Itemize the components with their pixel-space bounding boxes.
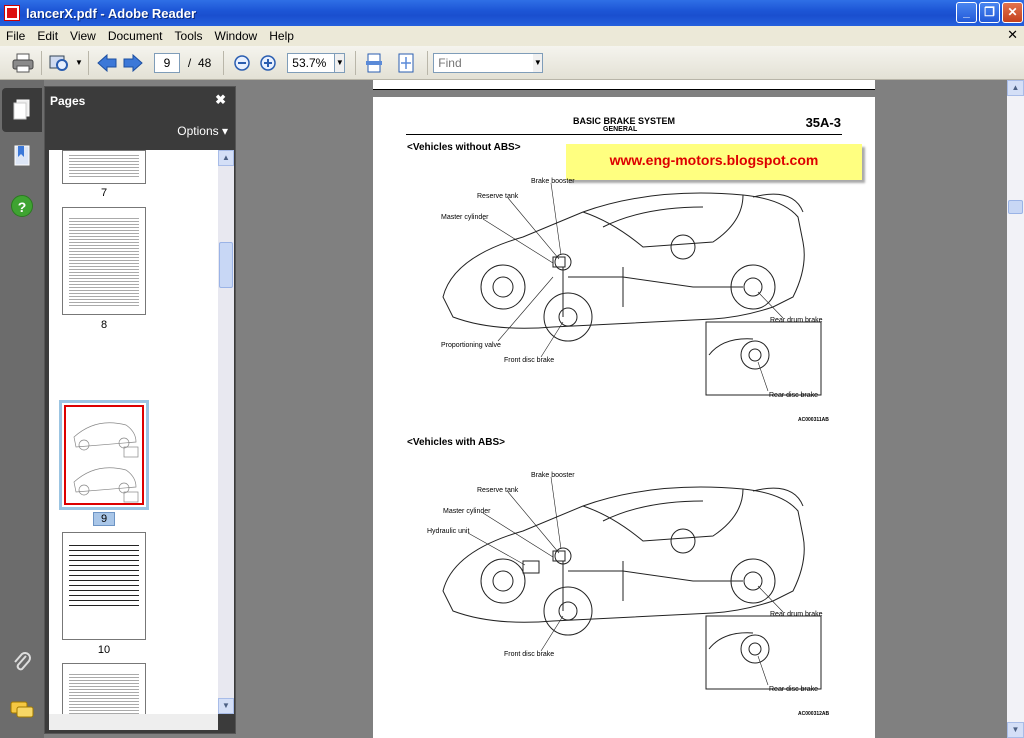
maximize-button[interactable]: ❐	[979, 2, 1000, 23]
thumbnail-page-9-selected[interactable]	[59, 400, 149, 510]
bookmark-icon[interactable]	[8, 142, 36, 170]
pages-icon[interactable]	[2, 88, 42, 132]
toolbar-separator	[355, 50, 357, 75]
scroll-thumb[interactable]	[1008, 200, 1023, 214]
previous-page-edge	[373, 80, 875, 90]
paperclip-icon[interactable]	[8, 648, 36, 676]
thumbnail-page-11[interactable]	[62, 663, 146, 714]
toolbar-separator	[87, 50, 89, 75]
toolbar: ▼ / 48 ▼ ▼	[0, 46, 1024, 80]
menu-help[interactable]: Help	[263, 29, 300, 43]
document-scrollbar[interactable]: ▲ ▼	[1007, 80, 1024, 738]
thumbnail-page-10[interactable]	[62, 532, 146, 640]
section-heading: <Vehicles without ABS>	[407, 142, 521, 153]
printer-icon[interactable]	[10, 50, 36, 76]
search-icon[interactable]	[47, 50, 73, 76]
label-master-cylinder: Master cylinder	[443, 508, 491, 515]
thumbnail-page-8[interactable]	[62, 207, 146, 315]
thumbnail-label-selected: 9	[93, 512, 115, 526]
arrow-left-icon[interactable]	[94, 50, 120, 76]
panel-options-button[interactable]: Options ▾	[177, 124, 228, 138]
label-rear-disc-brake: Rear disc brake	[769, 686, 818, 693]
thumbnail-page-7[interactable]	[62, 150, 146, 184]
minimize-button[interactable]: _	[956, 2, 977, 23]
label-brake-booster: Brake booster	[531, 178, 575, 185]
document-close-icon[interactable]: ✕	[1007, 27, 1018, 43]
thumbnail-label: 8	[100, 319, 108, 331]
zoom-dropdown-icon[interactable]: ▼	[335, 52, 346, 73]
search-dropdown-icon[interactable]: ▼	[75, 58, 83, 67]
menu-bar: File Edit View Document Tools Window Hel…	[0, 26, 1024, 46]
figure-id: AC000311AB	[798, 417, 829, 423]
navigation-rail: ?	[0, 80, 44, 738]
page-header-title: BASIC BRAKE SYSTEM	[573, 116, 676, 126]
zoom-in-icon[interactable]	[255, 50, 281, 76]
label-reserve-tank: Reserve tank	[477, 193, 519, 200]
toolbar-separator	[223, 50, 225, 75]
label-master-cylinder: Master cylinder	[441, 214, 489, 221]
thumbnail-label: 10	[97, 644, 111, 656]
thumbnail-scrollbar[interactable]: ▲ ▼	[218, 150, 234, 714]
label-front-disc-brake: Front disc brake	[504, 651, 554, 658]
page-number-input[interactable]	[153, 52, 180, 73]
menu-view[interactable]: View	[64, 29, 102, 43]
page-number: 35A-3	[805, 115, 841, 130]
close-button[interactable]: ✕	[1002, 2, 1023, 23]
window-title: lancerX.pdf - Adobe Reader	[26, 5, 196, 21]
fit-width-icon[interactable]	[361, 50, 387, 76]
menu-edit[interactable]: Edit	[31, 29, 64, 43]
zoom-out-icon[interactable]	[229, 50, 255, 76]
label-reserve-tank: Reserve tank	[477, 487, 519, 494]
title-bar: lancerX.pdf - Adobe Reader _ ❐ ✕	[0, 0, 1024, 26]
page-header-subtitle: GENERAL	[603, 126, 638, 133]
panel-title: Pages	[50, 94, 86, 108]
pdf-page: BASIC BRAKE SYSTEM GENERAL 35A-3 <Vehicl…	[373, 97, 875, 738]
document-view: BASIC BRAKE SYSTEM GENERAL 35A-3 <Vehicl…	[242, 80, 1007, 738]
fit-page-icon[interactable]	[393, 50, 419, 76]
label-rear-disc-brake: Rear disc brake	[769, 392, 818, 399]
label-front-disc-brake: Front disc brake	[504, 357, 554, 364]
page-total: / 48	[187, 55, 212, 70]
panel-close-icon[interactable]: ✖	[215, 92, 226, 108]
toolbar-separator	[41, 50, 42, 75]
find-dropdown-icon[interactable]: ▼	[533, 52, 544, 73]
label-brake-booster: Brake booster	[531, 472, 575, 479]
arrow-right-icon[interactable]	[120, 50, 146, 76]
thumbnail-label: 7	[100, 187, 108, 199]
help-icon[interactable]: ?	[8, 192, 36, 220]
thumbnail-list: 7 8 9 10	[49, 150, 218, 714]
label-hydraulic-unit: Hydraulic unit	[427, 528, 469, 535]
label-rear-drum-brake: Rear drum brake	[770, 317, 823, 324]
pdf-app-icon	[4, 5, 20, 21]
label-rear-drum-brake: Rear drum brake	[770, 611, 823, 618]
brake-diagram-no-abs: Brake booster Reserve tank Master cylind…	[441, 178, 823, 399]
header-rule	[406, 134, 842, 135]
menu-tools[interactable]: Tools	[169, 29, 209, 43]
menu-window[interactable]: Window	[209, 29, 264, 43]
menu-file[interactable]: File	[0, 29, 31, 43]
section-heading: <Vehicles with ABS>	[407, 437, 506, 448]
figure-id: AC000312AB	[798, 711, 830, 717]
zoom-input[interactable]	[287, 52, 336, 73]
scroll-thumb[interactable]	[219, 242, 233, 288]
comments-icon[interactable]	[8, 696, 36, 724]
thumbnail-hscrollbar[interactable]	[49, 714, 218, 730]
find-input[interactable]	[433, 52, 534, 73]
menu-document[interactable]: Document	[102, 29, 169, 43]
brake-diagram-abs: Brake booster Reserve tank Master cylind…	[427, 472, 823, 693]
label-proportioning-valve: Proportioning valve	[441, 342, 501, 349]
pages-panel: Pages ✖ Options ▾ 7 8 9 10 ▲ ▼	[44, 86, 236, 734]
toolbar-separator	[427, 50, 429, 75]
